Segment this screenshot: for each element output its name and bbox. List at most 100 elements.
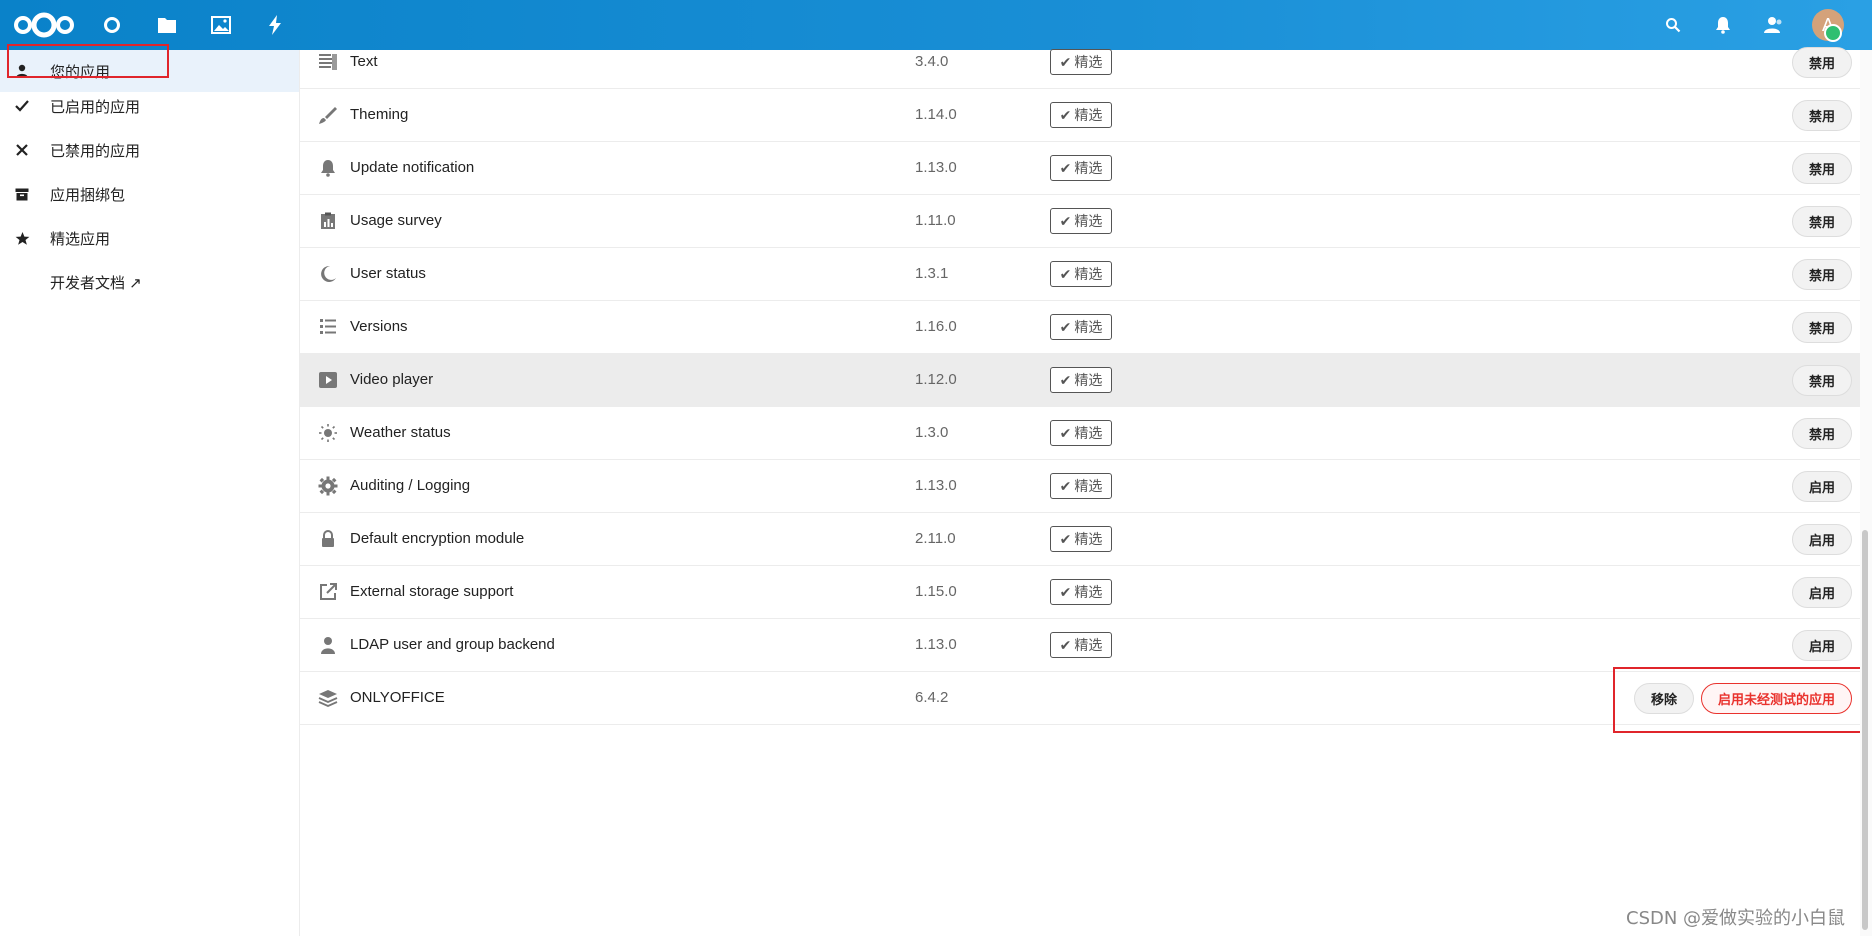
sidebar-item-label: 精选应用 <box>50 230 111 248</box>
sidebar-item-featured-apps[interactable]: 精选应用 <box>0 217 299 259</box>
blank-icon-slot <box>12 272 32 292</box>
app-version: 3.4.0 <box>915 53 949 70</box>
table-row[interactable]: Theming 1.14.0 ✔ 精选 禁用 <box>300 89 1860 142</box>
table-row[interactable]: ONLYOFFICE 6.4.2 移除 启用未经测试的应用 <box>300 672 1860 725</box>
app-name: Video player <box>350 371 434 388</box>
search-icon[interactable] <box>1661 13 1685 37</box>
sidebar-item-disabled-apps[interactable]: 已禁用的应用 <box>0 129 299 171</box>
featured-badge: ✔ 精选 <box>1050 473 1112 499</box>
disable-button[interactable]: 禁用 <box>1792 153 1852 184</box>
featured-badge: ✔ 精选 <box>1050 314 1112 340</box>
app-version: 1.12.0 <box>915 371 957 388</box>
table-row[interactable]: Text 3.4.0 ✔ 精选 禁用 <box>300 36 1860 89</box>
featured-badge: ✔ 精选 <box>1050 579 1112 605</box>
disable-button[interactable]: 禁用 <box>1792 206 1852 237</box>
app-name: Versions <box>350 318 408 335</box>
table-row[interactable]: LDAP user and group backend 1.13.0 ✔ 精选 启… <box>300 619 1860 672</box>
sidebar-item-label: 已启用的应用 <box>50 98 141 116</box>
lock-icon <box>318 529 338 549</box>
table-row[interactable]: User status 1.3.1 ✔ 精选 禁用 <box>300 248 1860 301</box>
dashboard-icon[interactable] <box>100 13 124 37</box>
check-icon: ✔ <box>1059 424 1072 441</box>
table-row[interactable]: External storage support 1.15.0 ✔ 精选 启用 <box>300 566 1860 619</box>
sidebar-item-enabled-apps[interactable]: 已启用的应用 <box>0 85 299 127</box>
app-name: Theming <box>350 106 409 123</box>
app-version: 1.13.0 <box>915 636 957 653</box>
disable-button[interactable]: 禁用 <box>1792 365 1852 396</box>
check-icon: ✔ <box>1059 159 1072 176</box>
table-row[interactable]: Versions 1.16.0 ✔ 精选 禁用 <box>300 301 1860 354</box>
table-row[interactable]: Video player 1.12.0 ✔ 精选 禁用 <box>300 354 1860 407</box>
app-list: Text 3.4.0 ✔ 精选 禁用 Theming 1.14.0 ✔ 精选 禁用 … <box>300 47 1860 936</box>
badge-label: 精选 <box>1074 531 1103 547</box>
enable-button[interactable]: 启用 <box>1792 630 1852 661</box>
photos-icon[interactable] <box>209 13 233 37</box>
app-sidebar: 您的应用 已启用的应用 已禁用的应用 应用捆绑包 精选应用 开发者文档 ↗ <box>0 50 300 936</box>
badge-label: 精选 <box>1074 160 1103 176</box>
badge-label: 精选 <box>1074 637 1103 653</box>
check-icon: ✔ <box>1059 636 1072 653</box>
badge-label: 精选 <box>1074 372 1103 388</box>
nextcloud-logo-icon[interactable] <box>12 9 76 41</box>
star-icon <box>12 228 32 248</box>
check-icon: ✔ <box>1059 212 1072 229</box>
play-icon <box>318 370 338 390</box>
app-version: 1.13.0 <box>915 477 957 494</box>
table-row[interactable]: Weather status 1.3.0 ✔ 精选 禁用 <box>300 407 1860 460</box>
files-icon[interactable] <box>155 13 179 37</box>
layers-icon <box>318 688 338 708</box>
table-row[interactable]: Default encryption module 2.11.0 ✔ 精选 启用 <box>300 513 1860 566</box>
check-icon: ✔ <box>1059 530 1072 547</box>
moon-icon <box>318 264 338 284</box>
bell-icon[interactable] <box>1711 13 1735 37</box>
badge-label: 精选 <box>1074 425 1103 441</box>
app-version: 1.14.0 <box>915 106 957 123</box>
remove-button[interactable]: 移除 <box>1634 683 1694 714</box>
sun-icon <box>318 423 338 443</box>
sidebar-item-label: 应用捆绑包 <box>50 186 126 204</box>
app-version: 1.3.1 <box>915 265 949 282</box>
check-icon <box>12 96 32 116</box>
sidebar-item-app-bundles[interactable]: 应用捆绑包 <box>0 173 299 215</box>
enable-button[interactable]: 启用 <box>1792 524 1852 555</box>
app-name: Usage survey <box>350 212 442 229</box>
featured-badge: ✔ 精选 <box>1050 49 1112 75</box>
close-icon <box>12 140 32 160</box>
app-version: 1.3.0 <box>915 424 949 441</box>
featured-badge: ✔ 精选 <box>1050 261 1112 287</box>
featured-badge: ✔ 精选 <box>1050 632 1112 658</box>
disable-button[interactable]: 禁用 <box>1792 100 1852 131</box>
app-name: Update notification <box>350 159 475 176</box>
disable-button[interactable]: 禁用 <box>1792 312 1852 343</box>
scrollbar-thumb[interactable] <box>1862 530 1868 930</box>
check-icon: ✔ <box>1059 371 1072 388</box>
table-row[interactable]: Usage survey 1.11.0 ✔ 精选 禁用 <box>300 195 1860 248</box>
table-row[interactable]: Auditing / Logging 1.13.0 ✔ 精选 启用 <box>300 460 1860 513</box>
enable-button[interactable]: 启用 <box>1792 471 1852 502</box>
app-name: Weather status <box>350 424 451 441</box>
featured-badge: ✔ 精选 <box>1050 367 1112 393</box>
disable-button[interactable]: 禁用 <box>1792 47 1852 78</box>
disable-button[interactable]: 禁用 <box>1792 259 1852 290</box>
enable-button[interactable]: 启用 <box>1792 577 1852 608</box>
app-name: User status <box>350 265 426 282</box>
badge-label: 精选 <box>1074 266 1103 282</box>
disable-button[interactable]: 禁用 <box>1792 418 1852 449</box>
brush-icon <box>318 105 338 125</box>
enable-untested-app-button[interactable]: 启用未经测试的应用 <box>1701 683 1852 714</box>
app-version: 1.11.0 <box>915 212 956 229</box>
check-icon: ✔ <box>1059 318 1072 335</box>
featured-badge: ✔ 精选 <box>1050 155 1112 181</box>
check-icon: ✔ <box>1059 583 1072 600</box>
contacts-icon[interactable] <box>1761 13 1785 37</box>
archive-icon <box>12 184 32 204</box>
user-icon <box>12 61 32 81</box>
app-version: 1.16.0 <box>915 318 957 335</box>
check-icon: ✔ <box>1059 106 1072 123</box>
sidebar-item-developer-docs[interactable]: 开发者文档 ↗ <box>0 261 299 303</box>
table-row[interactable]: Update notification 1.13.0 ✔ 精选 禁用 <box>300 142 1860 195</box>
badge-label: 精选 <box>1074 107 1103 123</box>
badge-label: 精选 <box>1074 213 1103 229</box>
activity-icon[interactable] <box>263 13 287 37</box>
badge-label: 精选 <box>1074 319 1103 335</box>
